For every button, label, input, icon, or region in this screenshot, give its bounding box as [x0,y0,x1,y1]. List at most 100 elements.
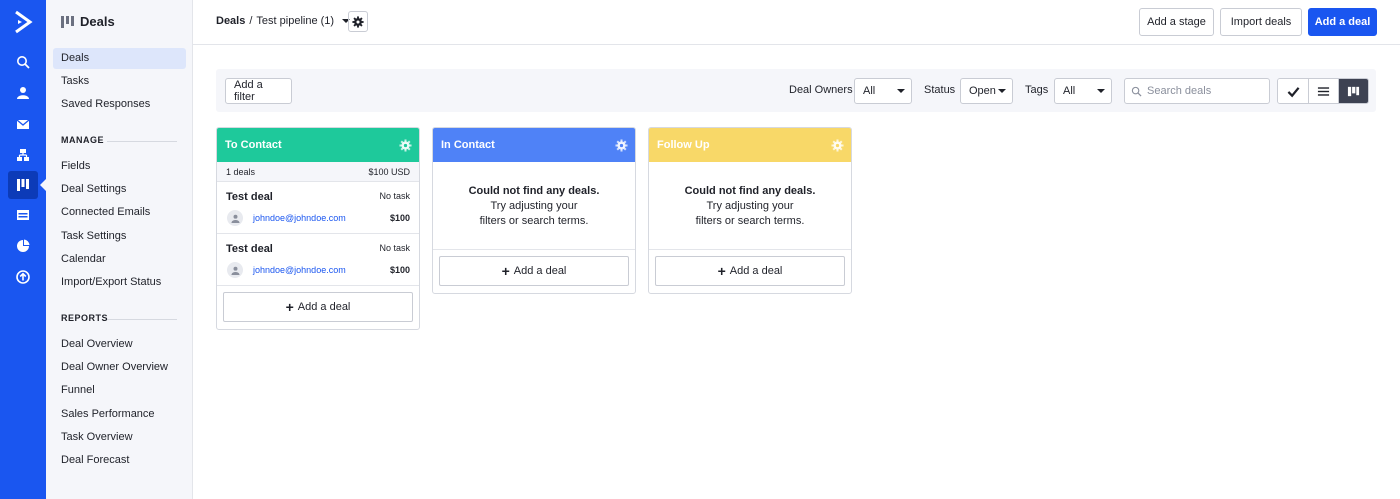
website-icon[interactable] [8,201,38,229]
gear-icon [352,15,364,28]
reports-pie-icon[interactable] [8,232,38,260]
contacts-icon[interactable] [8,79,38,107]
plus-icon: + [501,263,510,279]
sidebar-header: Deals [61,14,115,29]
stage-add-deal-button[interactable]: + Add a deal [655,256,845,286]
board-view-button[interactable] [1338,79,1368,103]
breadcrumb-deals[interactable]: Deals [216,15,245,27]
top-bar: Deals / Test pipeline (1) Add a stage Im… [193,0,1400,45]
stage-gear-icon[interactable] [831,138,844,152]
add-deal-wrapper: + Add a deal [217,286,419,329]
sidebar-item-connected-emails[interactable]: Connected Emails [53,202,186,223]
stage-summary: 1 deals $100 USD [217,162,419,182]
deal-task: No task [379,191,410,201]
sidebar-item-task-overview[interactable]: Task Overview [53,427,186,448]
email-icon[interactable] [8,110,38,138]
status-value: Open [969,85,996,97]
sidebar-item-fields[interactable]: Fields [53,156,186,177]
deal-title: Test deal [226,243,273,255]
add-stage-button[interactable]: Add a stage [1139,8,1214,36]
sidebar-item-import-export-status[interactable]: Import/Export Status [53,272,186,293]
breadcrumb: Deals / Test pipeline (1) [216,15,351,27]
deal-title: Test deal [226,191,273,203]
list-icon [1317,86,1330,96]
import-deals-button[interactable]: Import deals [1220,8,1302,36]
automations-icon[interactable] [8,141,38,169]
pipeline-selector[interactable]: Test pipeline (1) [256,15,334,27]
manage-section-title: MANAGE [61,135,104,145]
sidebar-item-saved-responses[interactable]: Saved Responses [53,94,186,115]
deal-owners-select[interactable]: All [854,78,912,104]
sidebar-title: Deals [80,14,115,29]
pipeline-settings-button[interactable] [348,11,368,32]
deal-amount: $100 [389,213,410,223]
manage-divider [107,141,177,142]
add-deal-label: Add a deal [513,265,567,277]
deals-icon[interactable] [8,171,38,199]
add-deal-label: Add a deal [297,301,351,313]
check-icon [1287,86,1299,97]
sidebar-item-task-settings[interactable]: Task Settings [53,226,186,247]
stage-add-deal-button[interactable]: + Add a deal [439,256,629,286]
breadcrumb-separator: / [249,15,253,27]
upgrade-icon[interactable] [8,263,38,291]
add-deal-button[interactable]: Add a deal [1308,8,1377,36]
deal-amount: $100 [389,265,410,275]
search-icon[interactable] [8,48,38,76]
deal-owners-label: Deal Owners [789,84,853,96]
status-select[interactable]: Open [960,78,1013,104]
stage-add-deal-button[interactable]: + Add a deal [223,292,413,322]
board-icon [1347,86,1360,96]
stage-header: To Contact [217,128,419,162]
add-deal-wrapper: + Add a deal [649,250,851,293]
empty-state: Could not find any deals. Try adjusting … [649,162,851,250]
sidebar-item-calendar[interactable]: Calendar [53,249,186,270]
filter-bar: Add a filter Deal Owners All Status Open… [216,69,1376,112]
empty-line-1: Try adjusting your [706,200,794,212]
search-placeholder: Search deals [1147,85,1212,97]
list-view-button[interactable] [1308,79,1338,103]
empty-state: Could not find any deals. Try adjusting … [433,162,635,250]
search-deals-input[interactable]: Search deals [1124,78,1270,104]
sidebar-item-deal-forecast[interactable]: Deal Forecast [53,450,186,471]
sidebar-item-deal-overview[interactable]: Deal Overview [53,334,186,355]
app-rail [0,0,46,499]
sidebar-item-deals[interactable]: Deals [53,48,186,69]
add-filter-button[interactable]: Add a filter [225,78,292,104]
reports-section-title: REPORTS [61,313,109,323]
person-icon [230,214,240,223]
contact-email-link[interactable]: johndoe@johndoe.com [253,213,346,223]
search-icon [1131,86,1142,97]
sidebar-item-deal-owner-overview[interactable]: Deal Owner Overview [53,357,186,378]
status-label: Status [924,84,956,96]
empty-line-2: filters or search terms. [695,215,805,227]
sidebar-item-tasks[interactable]: Tasks [53,71,186,92]
stage-gear-icon[interactable] [615,138,628,152]
stage-header: Follow Up [649,128,851,162]
tags-select[interactable]: All [1054,78,1112,104]
empty-title: Could not find any deals. [468,185,600,197]
check-view-button[interactable] [1278,79,1308,103]
pipeline-icon [61,15,74,28]
empty-line-1: Try adjusting your [490,200,578,212]
contact-email-link[interactable]: johndoe@johndoe.com [253,265,346,275]
deal-card[interactable]: Test deal No task johndoe@johndoe.com $1… [217,182,419,234]
reports-divider [107,319,177,320]
sidebar-item-deal-settings[interactable]: Deal Settings [53,179,186,200]
sidebar-item-funnel[interactable]: Funnel [53,380,186,401]
stage-title: To Contact [225,139,282,151]
sidebar-item-sales-performance[interactable]: Sales Performance [53,404,186,425]
empty-title: Could not find any deals. [684,185,816,197]
deal-card[interactable]: Test deal No task johndoe@johndoe.com $1… [217,234,419,286]
view-toggle [1277,78,1369,104]
activecampaign-logo-icon[interactable] [13,10,33,34]
stage-title: Follow Up [657,139,710,151]
stage-title: In Contact [441,139,495,151]
avatar [227,262,243,278]
deals-sidebar: Deals Deals Tasks Saved Responses MANAGE… [46,0,193,499]
stage-column-to-contact: To Contact 1 deals $100 USD Test deal No… [216,127,420,330]
plus-icon: + [285,299,294,315]
stage-column-in-contact: In Contact Could not find any deals. Try… [432,127,636,294]
plus-icon: + [717,263,726,279]
stage-gear-icon[interactable] [399,138,412,152]
